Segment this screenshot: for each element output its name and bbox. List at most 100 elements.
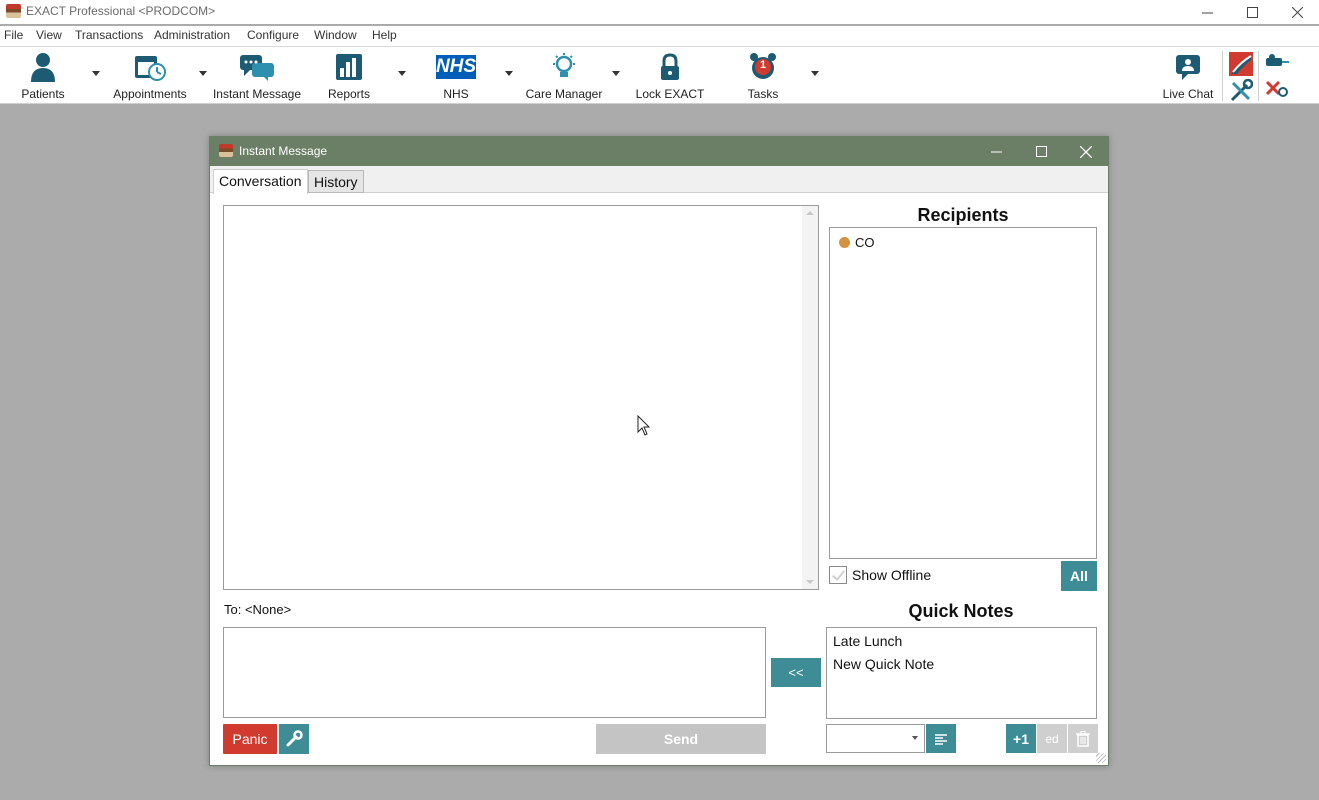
tab-history[interactable]: History: [308, 170, 364, 193]
message-compose-field[interactable]: [223, 627, 766, 718]
nhs-logo-icon: NHS: [435, 51, 477, 83]
shortcut-icon[interactable]: [1264, 52, 1290, 70]
toolbar-patients-button[interactable]: Patients: [18, 51, 68, 101]
dialog-titlebar[interactable]: Instant Message: [210, 137, 1108, 166]
toolbar-reports-label: Reports: [327, 87, 371, 101]
dialog-title: Instant Message: [239, 144, 328, 158]
recipients-heading: Recipients: [917, 205, 1009, 225]
alarm-clock-icon: 1: [743, 51, 783, 83]
chevron-down-icon: [912, 736, 918, 740]
tasks-count-badge: 1: [760, 59, 767, 71]
quick-note-category-select[interactable]: [826, 724, 925, 753]
tasks-dropdown-arrow[interactable]: [811, 71, 819, 76]
toolbar-appointments-label: Appointments: [113, 87, 187, 101]
main-toolbar: Patients Appointments Instant Message Re…: [0, 46, 1319, 104]
dialog-minimize-button[interactable]: [973, 137, 1019, 166]
tools-icon[interactable]: [1229, 78, 1254, 103]
conversation-log[interactable]: [223, 205, 819, 590]
patient-icon: [23, 51, 63, 83]
wrench-icon: [286, 730, 303, 747]
chat-bubbles-icon: [237, 51, 277, 83]
recipient-to-label: To: <None>: [224, 602, 292, 617]
insert-quick-note-button[interactable]: <<: [771, 658, 821, 687]
menu-file[interactable]: File: [4, 28, 23, 42]
scroll-down-arrow-icon[interactable]: [806, 580, 814, 584]
dialog-app-icon: [219, 144, 233, 157]
nhs-dropdown-arrow[interactable]: [505, 71, 513, 76]
app-titlebar: EXACT Professional <PRODCOM>: [0, 0, 1319, 24]
toolbar-lock-button[interactable]: Lock EXACT: [636, 51, 704, 101]
dialog-tabs: Conversation History: [210, 166, 1108, 194]
appointments-dropdown-arrow[interactable]: [199, 71, 207, 76]
toolbar-tasks-button[interactable]: 1 Tasks: [742, 51, 784, 101]
recipient-name: CO: [855, 235, 875, 250]
status-dot-icon: [839, 237, 850, 248]
toolbar-separator-2: [1258, 51, 1259, 101]
maximize-icon: [1035, 146, 1047, 157]
show-offline-checkbox[interactable]: [829, 566, 847, 584]
exit-x-icon[interactable]: [1264, 79, 1290, 99]
reports-icon: [329, 51, 369, 83]
toolbar-live-chat-button[interactable]: Live Chat: [1162, 51, 1214, 101]
panic-button[interactable]: Panic: [223, 724, 277, 754]
menu-view[interactable]: View: [36, 28, 62, 42]
toolbar-lock-label: Lock EXACT: [635, 87, 705, 101]
app-title: EXACT Professional <PRODCOM>: [26, 4, 216, 18]
quick-note-item[interactable]: New Quick Note: [833, 656, 934, 672]
conversation-scrollbar[interactable]: [802, 206, 818, 589]
maximize-icon: [1246, 6, 1258, 18]
menu-bar: File View Transactions Administration Co…: [0, 26, 1319, 46]
instant-message-dialog: Instant Message Conversation History To:…: [209, 136, 1109, 766]
align-left-icon: [935, 733, 947, 745]
care-manager-dropdown-arrow[interactable]: [612, 71, 620, 76]
menu-window[interactable]: Window: [314, 28, 357, 42]
close-icon: [1291, 6, 1303, 18]
patients-dropdown-arrow[interactable]: [92, 71, 100, 76]
menu-help[interactable]: Help: [372, 28, 397, 42]
scroll-up-arrow-icon[interactable]: [806, 211, 814, 215]
menu-administration[interactable]: Administration: [154, 28, 230, 42]
close-icon: [1080, 145, 1092, 158]
minimize-button[interactable]: [1184, 0, 1230, 24]
add-quick-note-button[interactable]: +1: [1006, 724, 1036, 753]
quick-note-item[interactable]: Late Lunch: [833, 633, 902, 649]
toolbar-instant-message-button[interactable]: Instant Message: [212, 51, 302, 101]
menu-transactions[interactable]: Transactions: [75, 28, 143, 42]
toolbar-reports-button[interactable]: Reports: [326, 51, 372, 101]
minimize-icon: [1201, 12, 1213, 13]
dialog-maximize-button[interactable]: [1018, 137, 1064, 166]
recipients-list[interactable]: CO: [829, 227, 1097, 559]
close-button[interactable]: [1274, 0, 1319, 24]
maximize-button[interactable]: [1229, 0, 1275, 24]
toolbar-live-chat-label: Live Chat: [1162, 87, 1214, 101]
minimize-icon: [990, 151, 1002, 153]
brand-logo-icon[interactable]: [1229, 52, 1253, 76]
toolbar-patients-label: Patients: [21, 87, 65, 101]
align-text-button[interactable]: [926, 724, 956, 753]
menu-configure[interactable]: Configure: [247, 28, 299, 42]
padlock-icon: [650, 51, 690, 83]
live-chat-icon: [1168, 51, 1208, 83]
reports-dropdown-arrow[interactable]: [398, 71, 406, 76]
delete-quick-note-button[interactable]: [1068, 724, 1098, 753]
toolbar-separator: [1222, 51, 1223, 101]
toolbar-tasks-label: Tasks: [747, 87, 779, 101]
appointments-icon: [130, 51, 170, 83]
dialog-close-button[interactable]: [1063, 137, 1109, 166]
app-logo-icon: [6, 4, 21, 18]
toolbar-nhs-button[interactable]: NHS NHS: [432, 51, 480, 101]
tab-conversation[interactable]: Conversation: [213, 169, 308, 194]
mouse-cursor-icon: [637, 415, 651, 436]
settings-wrench-button[interactable]: [279, 724, 309, 754]
toolbar-appointments-button[interactable]: Appointments: [110, 51, 190, 101]
show-offline-row[interactable]: Show Offline: [829, 566, 931, 584]
select-all-button[interactable]: All: [1061, 561, 1097, 591]
lightbulb-icon: [544, 51, 584, 83]
edit-quick-note-button[interactable]: ed: [1037, 724, 1067, 753]
send-button[interactable]: Send: [596, 724, 766, 754]
quick-notes-list[interactable]: Late Lunch New Quick Note: [826, 627, 1097, 719]
resize-grip[interactable]: [1096, 753, 1106, 763]
toolbar-care-manager-button[interactable]: Care Manager: [524, 51, 604, 101]
recipient-item[interactable]: CO: [839, 235, 875, 250]
show-offline-label: Show Offline: [852, 567, 932, 583]
